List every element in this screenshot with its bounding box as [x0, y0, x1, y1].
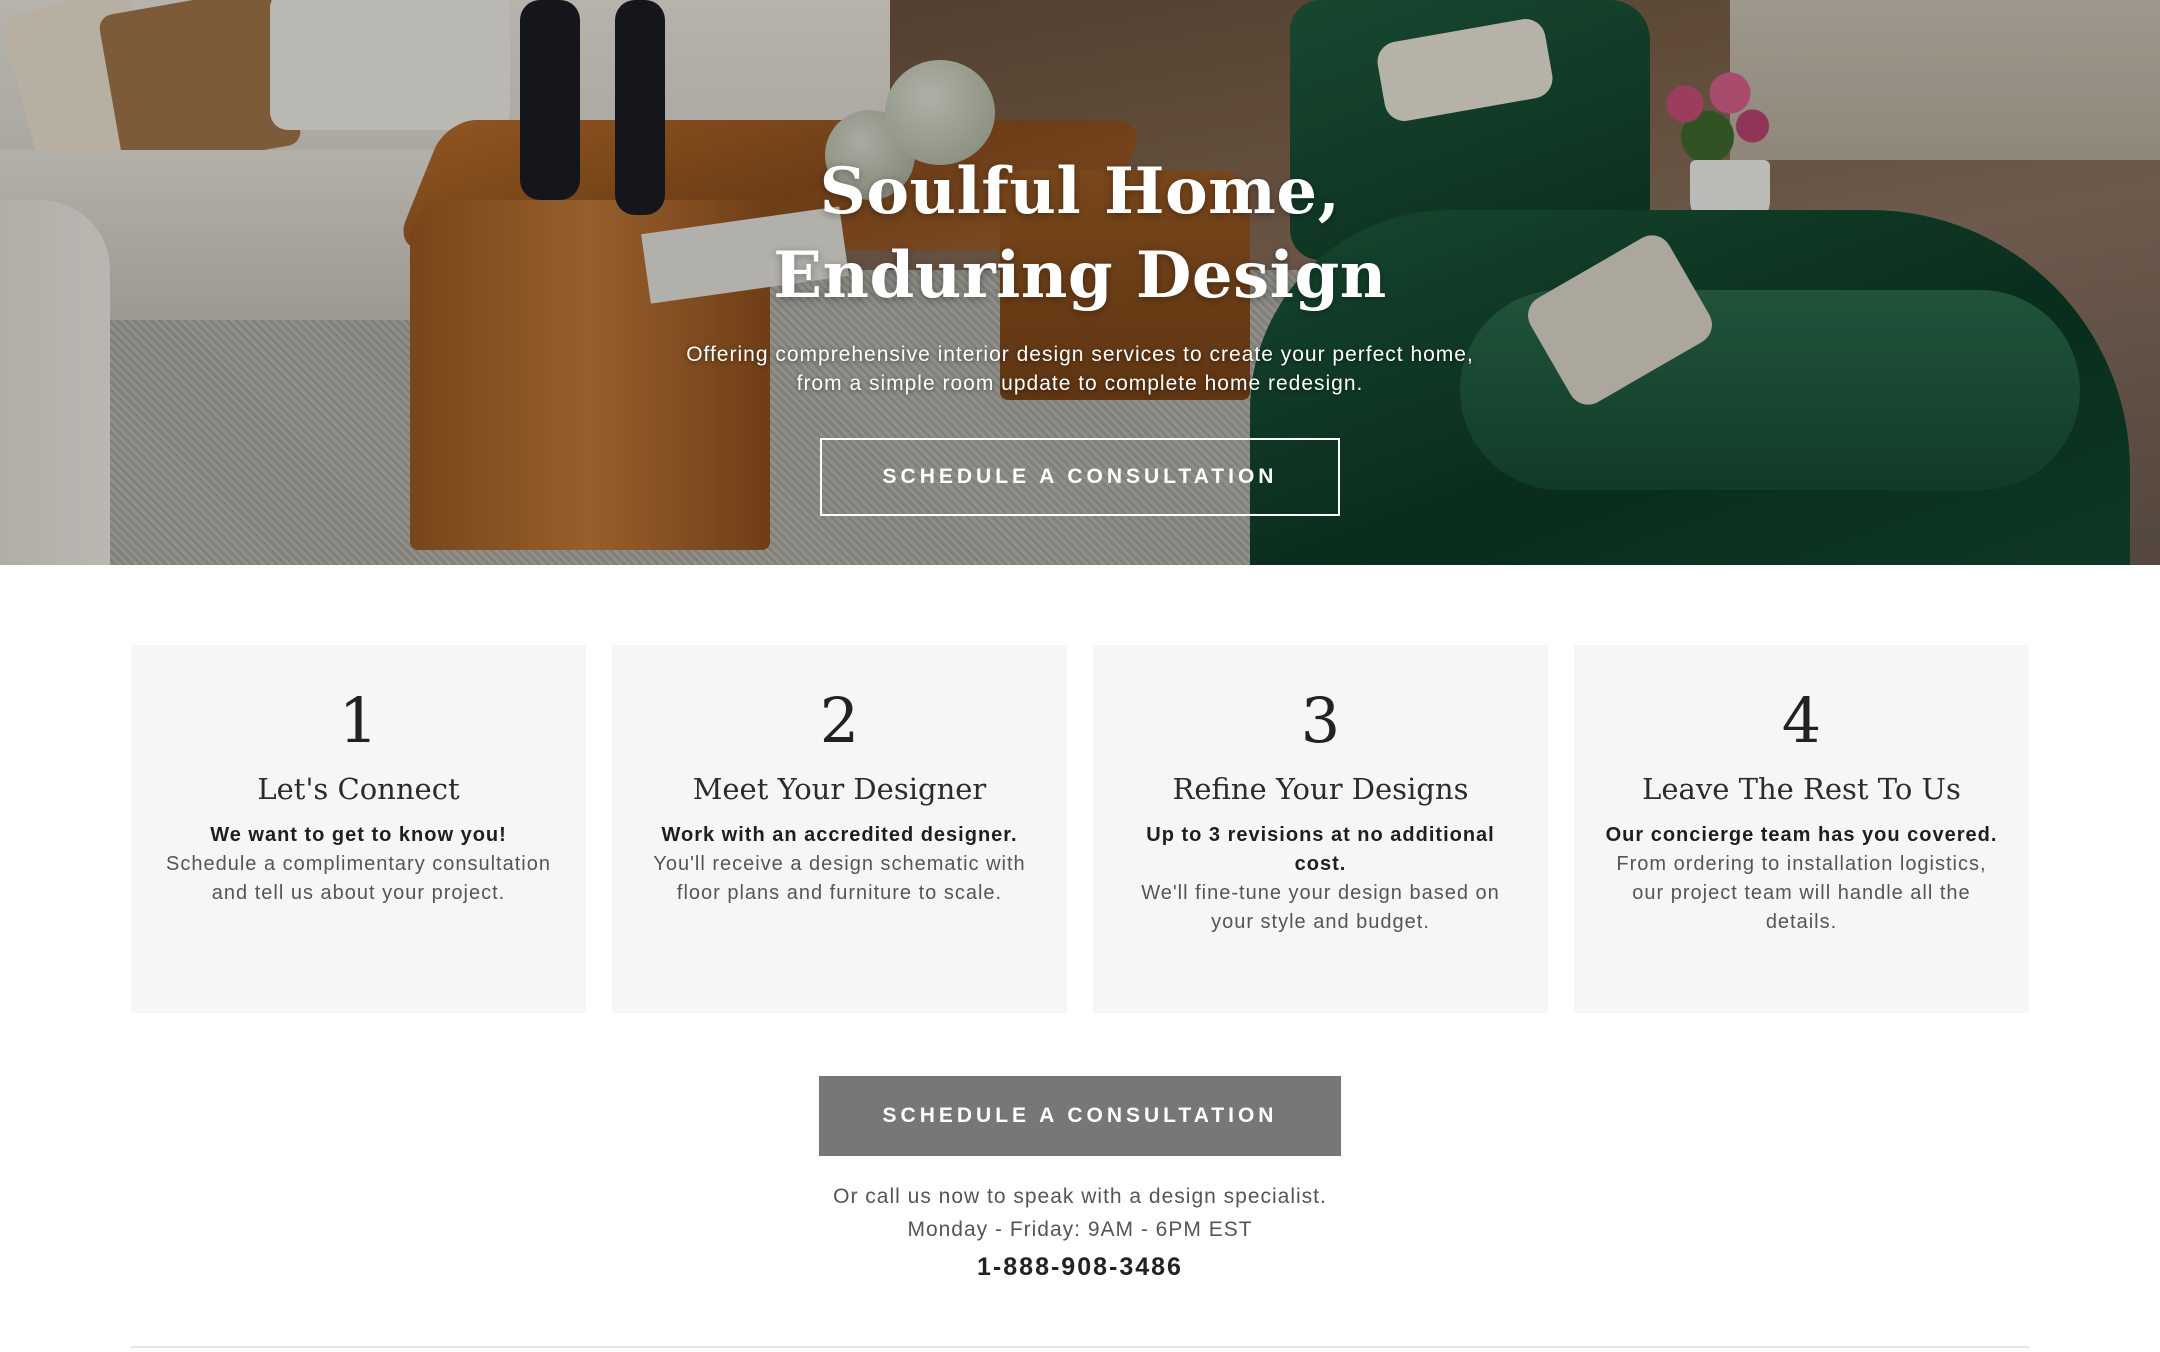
hero-title: Soulful Home, Enduring Design: [0, 150, 2160, 318]
step-number: 2: [819, 684, 860, 757]
schedule-consultation-button[interactable]: SCHEDULE A CONSULTATION: [819, 1076, 1341, 1156]
step-title: Refine Your Designs: [1172, 772, 1469, 806]
process-steps: 1 Let's Connect We want to get to know y…: [131, 645, 2029, 1013]
hero-subtitle: Offering comprehensive interior design s…: [0, 340, 2160, 398]
step-lead: Work with an accredited designer.: [661, 824, 1018, 846]
hero-banner: Soulful Home, Enduring Design Offering c…: [0, 0, 2160, 565]
step-description: You'll receive a design schematic with f…: [653, 853, 1026, 904]
step-title: Leave The Rest To Us: [1642, 772, 1961, 806]
step-number: 1: [338, 684, 379, 757]
step-card-3: 3 Refine Your Designs Up to 3 revisions …: [1093, 645, 1548, 1013]
hero-schedule-consultation-button[interactable]: SCHEDULE A CONSULTATION: [820, 438, 1340, 516]
step-description: From ordering to installation logistics,…: [1616, 853, 1987, 933]
section-divider: [131, 1346, 2029, 1348]
business-hours: Monday - Friday: 9AM - 6PM EST: [907, 1218, 1253, 1241]
step-number: 4: [1781, 684, 1822, 757]
hero-subtitle-line-1: Offering comprehensive interior design s…: [686, 343, 1474, 366]
step-card-2: 2 Meet Your Designer Work with an accred…: [612, 645, 1067, 1013]
hero-subtitle-line-2: from a simple room update to complete ho…: [796, 372, 1364, 395]
hero-content: Soulful Home, Enduring Design Offering c…: [0, 0, 2160, 565]
step-number: 3: [1300, 684, 1341, 757]
hero-title-line-2: Enduring Design: [773, 238, 1387, 313]
step-description: Schedule a complimentary consultation an…: [166, 853, 551, 904]
call-us-text: Or call us now to speak with a design sp…: [833, 1185, 1327, 1208]
step-lead: Up to 3 revisions at no additional cost.: [1146, 824, 1495, 875]
step-lead: Our concierge team has you covered.: [1605, 824, 1998, 846]
hero-title-line-1: Soulful Home,: [819, 154, 1341, 229]
step-card-4: 4 Leave The Rest To Us Our concierge tea…: [1574, 645, 2029, 1013]
phone-number-link[interactable]: 1-888-908-3486: [0, 1250, 2160, 1284]
step-title: Meet Your Designer: [692, 772, 987, 806]
page: Soulful Home, Enduring Design Offering c…: [0, 0, 2160, 1352]
step-description: We'll fine-tune your design based on you…: [1141, 882, 1500, 933]
step-lead: We want to get to know you!: [210, 824, 507, 846]
step-title: Let's Connect: [257, 772, 460, 806]
step-card-1: 1 Let's Connect We want to get to know y…: [131, 645, 586, 1013]
